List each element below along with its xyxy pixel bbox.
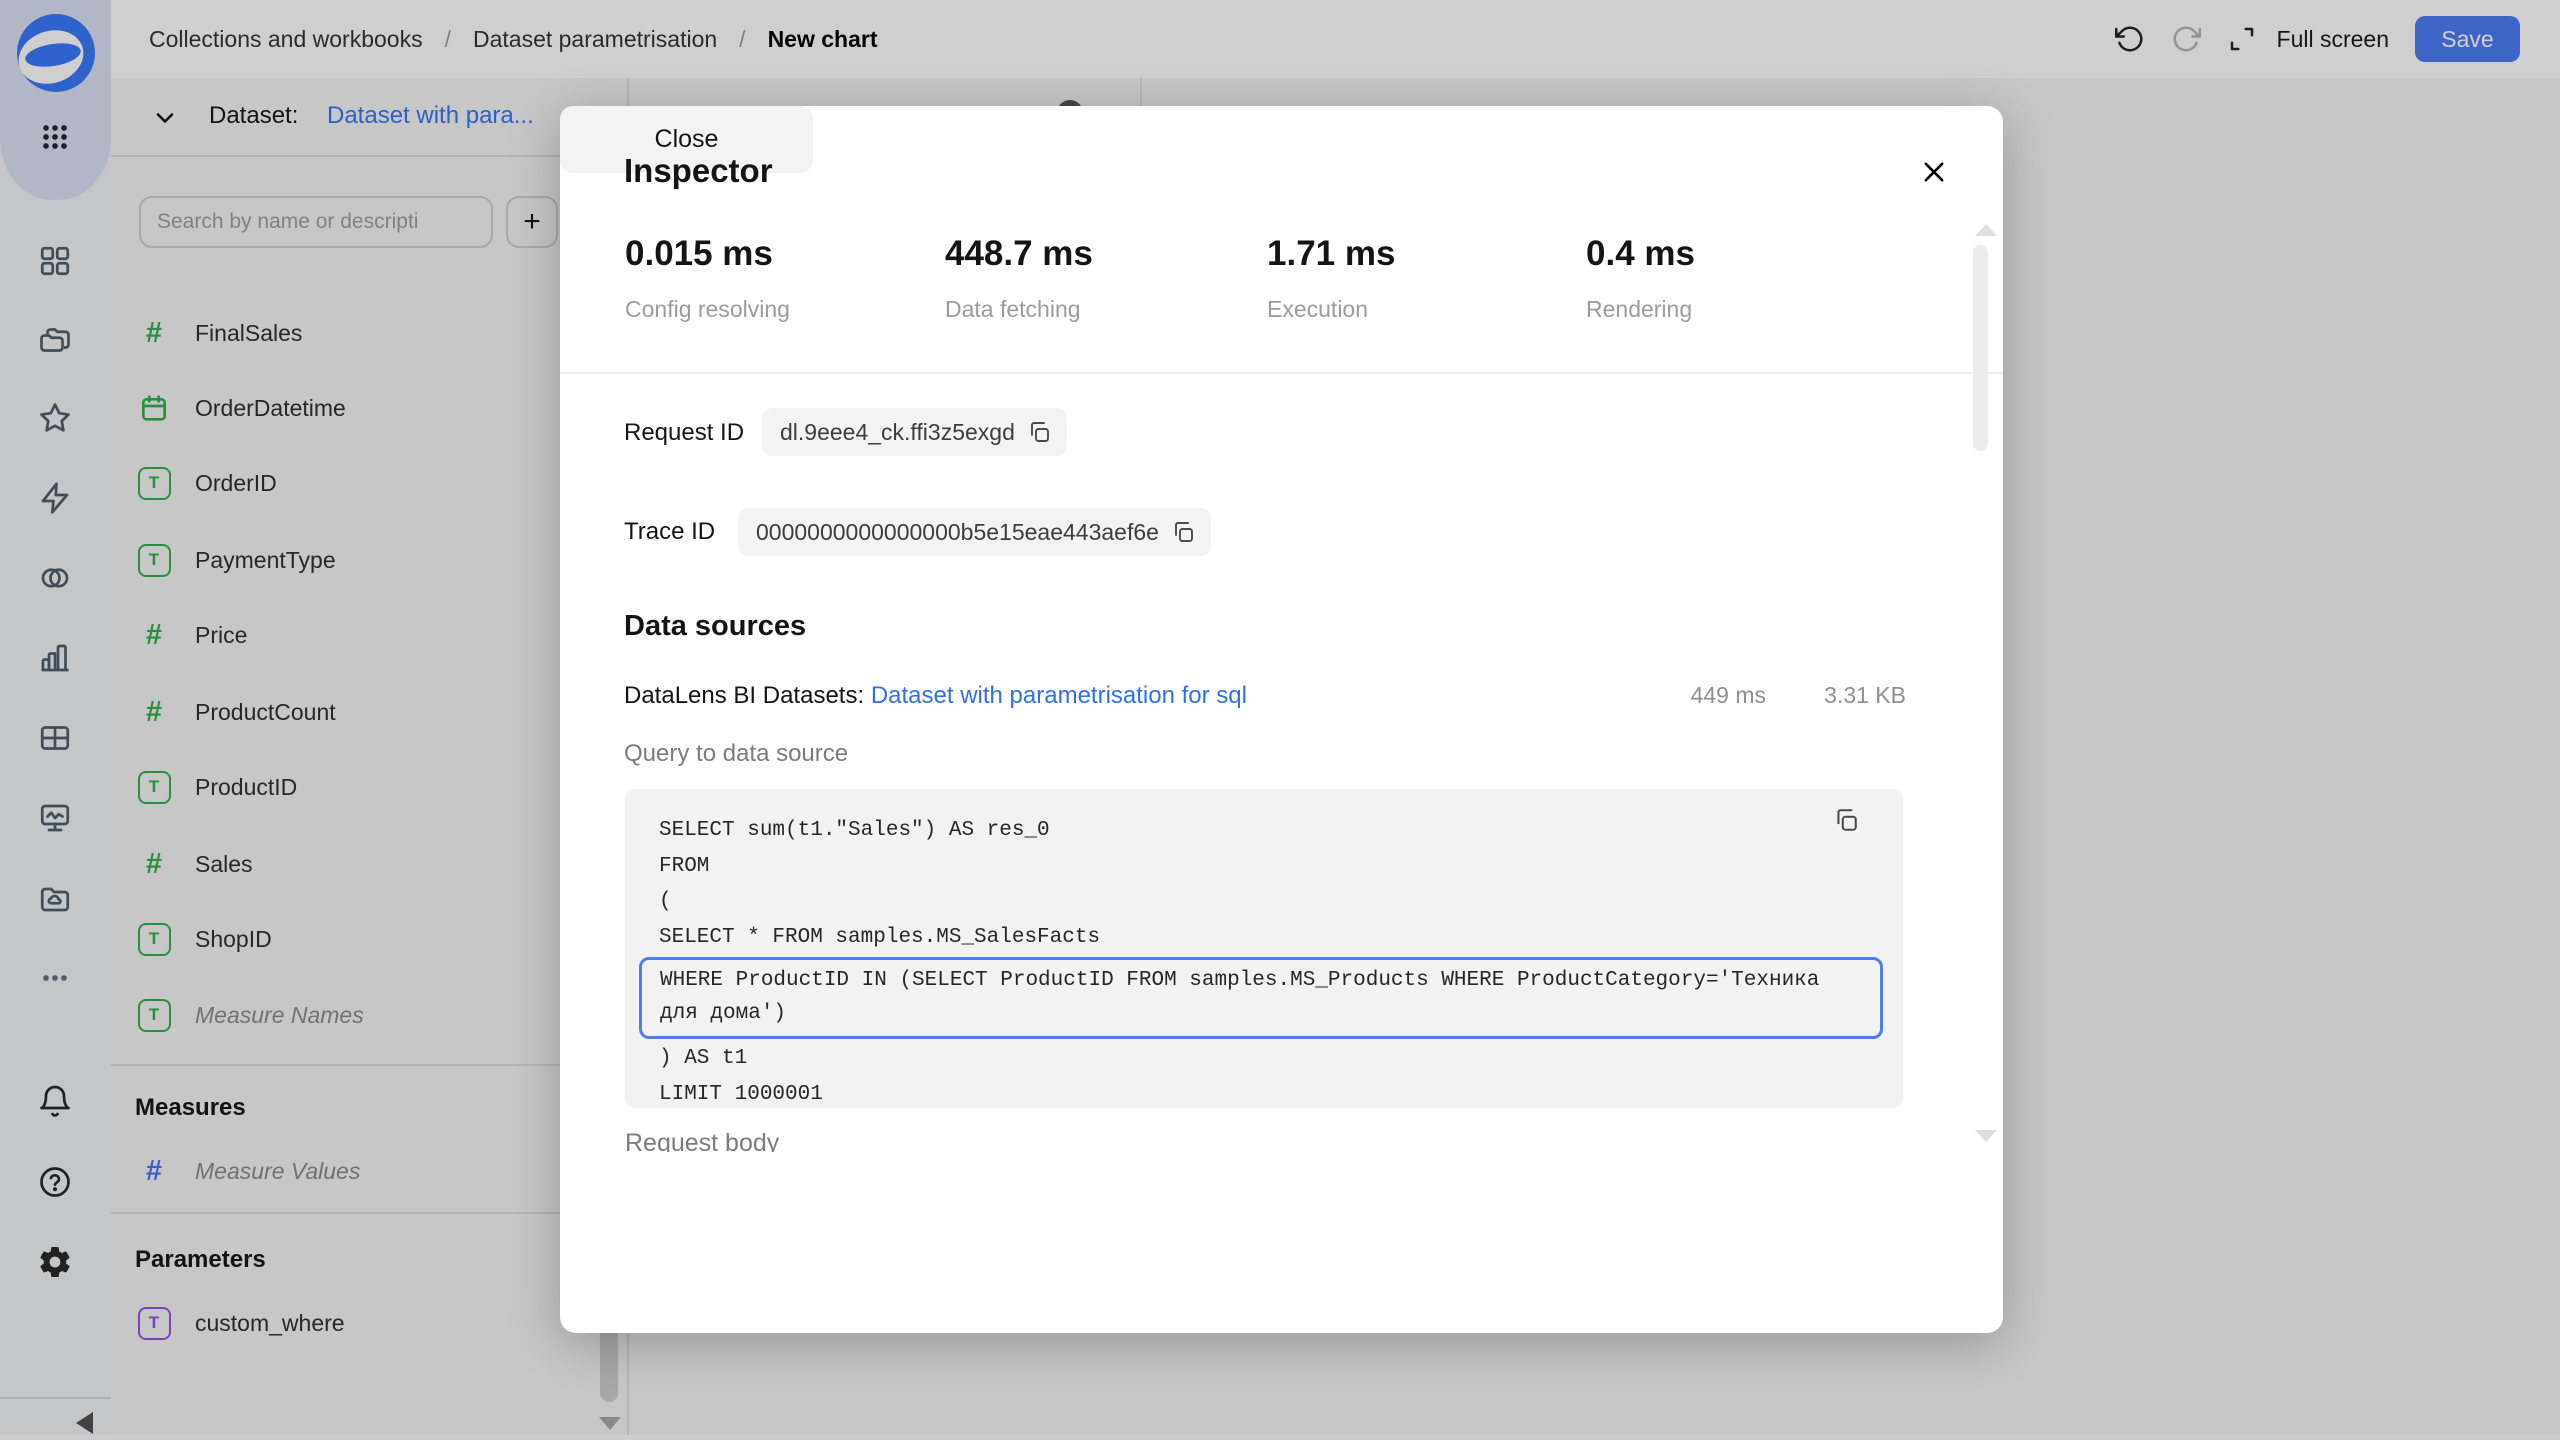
stat-label: Data fetching <box>945 296 1093 323</box>
copy-icon[interactable] <box>1171 520 1195 544</box>
source-dataset-link[interactable]: Dataset with parametrisation for sql <box>871 682 1247 709</box>
stat-value: 0.015 ms <box>625 234 790 274</box>
app-root: Collections and workbooks / Dataset para… <box>0 0 2560 1440</box>
stat-data-fetching: 448.7 ms Data fetching <box>945 234 1093 323</box>
query-label: Query to data source <box>624 740 848 768</box>
trace-id-label: Trace ID <box>624 518 715 546</box>
request-id-label: Request ID <box>624 419 744 447</box>
source-time: 449 ms <box>1691 682 1766 709</box>
close-icon[interactable] <box>1912 150 1956 194</box>
modal-scroll-down-icon[interactable] <box>1975 1130 1997 1142</box>
trace-id-pill: 0000000000000000b5e15eae443aef6e <box>738 508 1211 556</box>
sql-text: SELECT sum(t1."Sales") AS res_0 FROM ( S… <box>659 813 1903 955</box>
source-label: DataLens BI Datasets: <box>624 682 864 709</box>
modal-title: Inspector <box>624 152 773 190</box>
copy-icon[interactable] <box>1833 807 1859 833</box>
stat-config-resolving: 0.015 ms Config resolving <box>625 234 790 323</box>
source-size: 3.31 KB <box>1824 682 1906 709</box>
sql-text: WHERE ProductID IN (SELECT ProductID FRO… <box>660 964 1854 1030</box>
stat-rendering: 0.4 ms Rendering <box>1586 234 1695 323</box>
modal-scrollbar[interactable] <box>1973 245 1988 451</box>
data-sources-heading: Data sources <box>624 610 806 643</box>
source-row: DataLens BI Datasets: Dataset with param… <box>624 682 1247 710</box>
request-id-pill: dl.9eee4_ck.ffi3z5exgd <box>762 408 1067 456</box>
stat-label: Rendering <box>1586 296 1695 323</box>
trace-id-value: 0000000000000000b5e15eae443aef6e <box>756 519 1159 546</box>
stat-label: Config resolving <box>625 296 790 323</box>
sql-query-block: SELECT sum(t1."Sales") AS res_0 FROM ( S… <box>625 789 1903 1108</box>
request-body-label: Request body <box>625 1128 779 1152</box>
stat-value: 0.4 ms <box>1586 234 1695 274</box>
stat-execution: 1.71 ms Execution <box>1267 234 1395 323</box>
stat-value: 448.7 ms <box>945 234 1093 274</box>
stat-label: Execution <box>1267 296 1395 323</box>
modal-scroll-up-icon[interactable] <box>1975 224 1997 236</box>
stat-value: 1.71 ms <box>1267 234 1395 274</box>
sql-highlighted-line: WHERE ProductID IN (SELECT ProductID FRO… <box>639 957 1883 1039</box>
copy-icon[interactable] <box>1027 420 1051 444</box>
sql-text: ) AS t1 LIMIT 1000001 <box>659 1041 1903 1112</box>
inspector-modal: Inspector 0.015 ms Config resolving 448.… <box>560 106 2003 1333</box>
request-id-value: dl.9eee4_ck.ffi3z5exgd <box>780 419 1015 446</box>
modal-scroll-area: Request ID dl.9eee4_ck.ffi3z5exgd Trace … <box>560 374 2003 1152</box>
